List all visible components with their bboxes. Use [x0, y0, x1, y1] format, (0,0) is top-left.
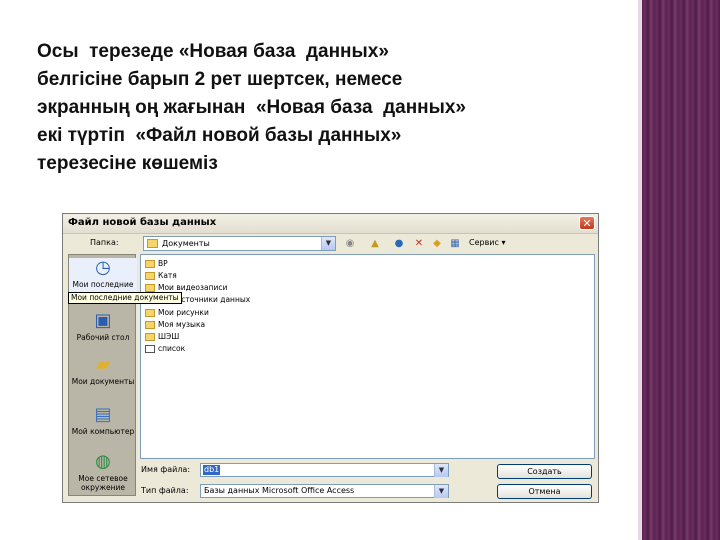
- place-documents[interactable]: ▰ Мои документы: [69, 355, 137, 399]
- create-button[interactable]: Создать: [497, 464, 592, 479]
- look-in-value: Документы: [162, 239, 210, 248]
- cancel-button[interactable]: Отмена: [497, 484, 592, 499]
- network-icon: ◍: [95, 451, 111, 472]
- new-folder-icon[interactable]: ◆: [431, 237, 443, 250]
- place-label: Мои документы: [71, 377, 135, 386]
- folder-icon: [145, 321, 155, 329]
- clock-icon: ◷: [95, 257, 111, 278]
- place-computer[interactable]: ▤ Мой компьютер: [69, 405, 137, 449]
- slide-text-line: терезесіне көшеміз: [37, 153, 218, 174]
- slide-text-line: экранның оң жағынан «Новая база данных»: [37, 97, 467, 118]
- look-in-select[interactable]: Документы ▼: [143, 236, 336, 251]
- folder-icon: [145, 284, 155, 292]
- place-label: Рабочий стол: [76, 333, 130, 342]
- tooltip: Мои последние документы: [68, 292, 182, 304]
- place-network[interactable]: ◍ Мое сетевое окружение: [69, 452, 137, 496]
- slide-text-line: екі түртіп «Файл новой базы данных»: [37, 125, 402, 146]
- file-type-value: Базы данных Microsoft Office Access: [204, 486, 355, 495]
- slide-text-line: Осы терезеде «Новая база данных»: [37, 41, 389, 62]
- place-label: Мои последние: [72, 280, 134, 289]
- documents-folder-icon: ▰: [96, 354, 110, 375]
- list-item[interactable]: ВР: [145, 258, 168, 269]
- close-button[interactable]: ✕: [579, 216, 595, 230]
- file-list[interactable]: ВР Катя Мои видеозаписи Мои источники да…: [140, 254, 595, 459]
- place-desktop[interactable]: ▣ Рабочий стол: [69, 311, 137, 351]
- dialog-titlebar[interactable]: Файл новой базы данных ✕: [63, 214, 598, 234]
- file-name-input[interactable]: db1 ▼: [200, 463, 449, 477]
- file-name-value: db1: [203, 465, 221, 475]
- dialog-title: Файл новой базы данных: [68, 217, 217, 228]
- chevron-down-icon[interactable]: ▼: [434, 485, 448, 498]
- places-bar: ◷ Мои последние ▣ Рабочий стол ▰ Мои док…: [68, 254, 137, 496]
- document-icon: [145, 345, 155, 353]
- file-type-select[interactable]: Базы данных Microsoft Office Access ▼: [200, 484, 449, 498]
- place-label: Мой компьютер: [71, 427, 135, 436]
- views-icon[interactable]: ▦: [449, 237, 461, 250]
- search-web-icon[interactable]: ●: [393, 237, 405, 250]
- list-item[interactable]: список: [145, 343, 185, 354]
- chevron-down-icon[interactable]: ▼: [321, 237, 335, 250]
- folder-icon: [145, 272, 155, 280]
- folder-icon: [145, 309, 155, 317]
- look-in-label: Папка:: [90, 238, 119, 247]
- back-icon[interactable]: ◉: [344, 237, 356, 250]
- chevron-down-icon[interactable]: ▼: [434, 464, 448, 477]
- up-folder-icon[interactable]: ▲: [369, 237, 381, 250]
- list-item[interactable]: ШЭШ: [145, 331, 179, 342]
- desktop-icon: ▣: [94, 310, 112, 331]
- service-menu[interactable]: Сервис ▾: [469, 238, 505, 247]
- list-item[interactable]: Моя музыка: [145, 319, 205, 330]
- delete-icon[interactable]: ✕: [413, 237, 425, 250]
- file-name-label: Имя файла:: [141, 465, 191, 474]
- place-label: Мое сетевое окружение: [78, 474, 128, 492]
- close-icon: ✕: [582, 217, 592, 230]
- folder-icon: [145, 260, 155, 268]
- slide-text: Осы терезеде «Новая база данных» белгісі…: [37, 38, 627, 178]
- slide-decorative-band: [642, 0, 720, 540]
- list-item[interactable]: Катя: [145, 270, 177, 281]
- new-database-dialog: Файл новой базы данных ✕ Папка: Документ…: [62, 213, 599, 503]
- computer-icon: ▤: [94, 404, 112, 425]
- folder-icon: [145, 333, 155, 341]
- slide-text-line: белгісіне барып 2 рет шертсек, немесе: [37, 69, 403, 90]
- folder-icon: [147, 239, 158, 248]
- list-item[interactable]: Мои рисунки: [145, 307, 209, 318]
- file-type-label: Тип файла:: [141, 486, 189, 495]
